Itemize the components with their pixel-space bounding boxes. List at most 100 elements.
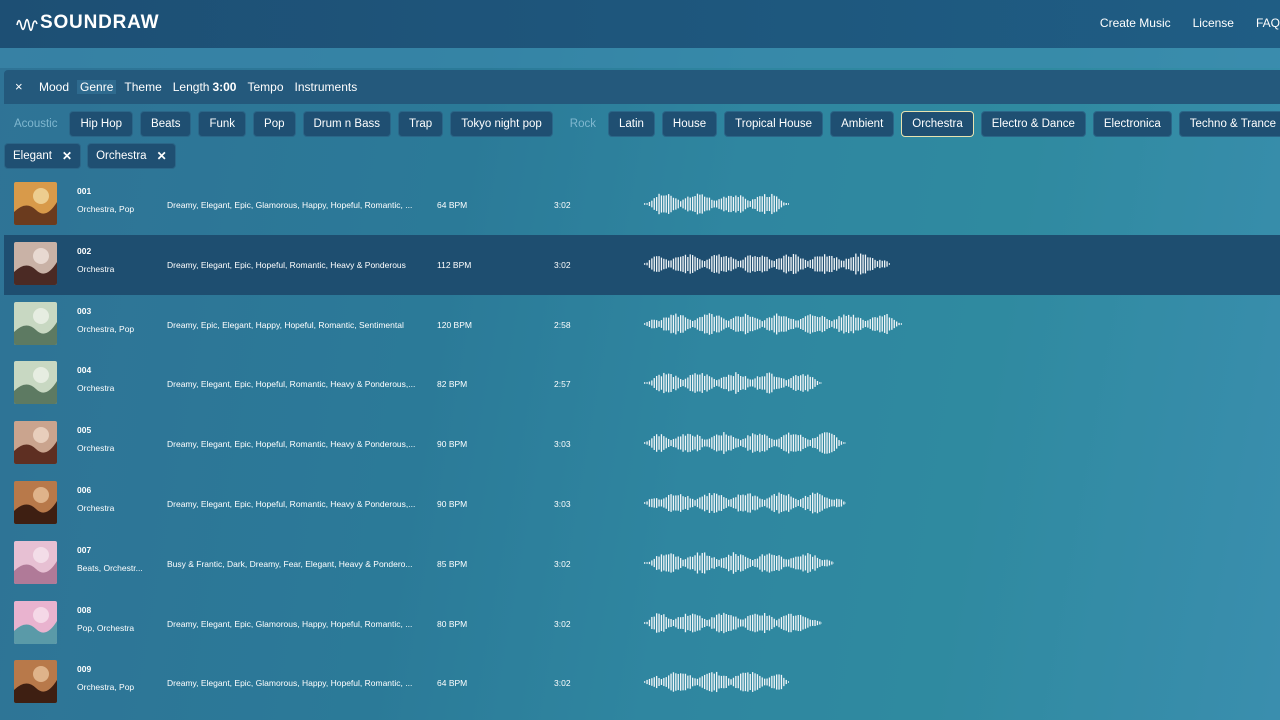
- track-genre: Pop, Orchestra: [77, 622, 135, 633]
- track-genre: Orchestra: [77, 263, 115, 274]
- track-genre: Orchestra, Pop: [77, 682, 135, 693]
- tab-tempo[interactable]: Tempo: [247, 80, 283, 94]
- track-row[interactable]: 008 Pop, Orchestra Dreamy, Elegant, Epic, …: [4, 594, 1280, 654]
- track-moods: Dreamy, Elegant, Epic, Hopeful, Romantic…: [167, 439, 416, 450]
- tab-instruments[interactable]: Instruments: [295, 80, 358, 94]
- logo-text: SOUNDRAW: [40, 12, 160, 33]
- genre-chip[interactable]: Ambient: [830, 111, 895, 137]
- genre-chip[interactable]: Pop: [253, 111, 296, 137]
- track-bpm: 64 BPM: [437, 678, 468, 689]
- nav-faq[interactable]: FAQ: [1256, 16, 1280, 30]
- waveform[interactable]: [644, 430, 847, 456]
- track-row[interactable]: 005 Orchestra Dreamy, Elegant, Epic, Hopef…: [4, 414, 1280, 474]
- track-waveform[interactable]: [644, 191, 790, 217]
- track-length: 3:02: [554, 678, 571, 689]
- track-moods: Dreamy, Epic, Elegant, Happy, Hopeful, R…: [167, 319, 404, 330]
- tab-genre[interactable]: Genre: [77, 80, 117, 94]
- track-bpm: 82 BPM: [437, 379, 468, 390]
- genre-chip[interactable]: Latin: [607, 111, 655, 137]
- selected-tag-label: Elegant: [13, 150, 53, 162]
- waveform[interactable]: [644, 550, 835, 576]
- waveform-logo-icon: [16, 18, 38, 32]
- track-waveform[interactable]: [644, 669, 790, 695]
- track-thumbnail[interactable]: [14, 421, 57, 465]
- waveform[interactable]: [644, 669, 790, 695]
- track-thumbnail[interactable]: [14, 301, 57, 345]
- track-genre: Orchestra, Pop: [77, 323, 135, 334]
- track-row[interactable]: 002 Orchestra Dreamy, Elegant, Epic, Hopef…: [4, 234, 1280, 295]
- track-list: 001 Orchestra, Pop Dreamy, Elegant, Epic, …: [4, 175, 1280, 713]
- track-waveform[interactable]: [644, 251, 891, 277]
- selected-tag-elegant[interactable]: Elegant ✕: [4, 143, 82, 169]
- track-waveform[interactable]: [644, 550, 835, 576]
- track-thumbnail[interactable]: [14, 600, 57, 644]
- track-bpm: 120 BPM: [437, 319, 472, 330]
- track-thumbnail[interactable]: [14, 540, 57, 584]
- track-genre: Orchestra: [77, 383, 115, 394]
- track-thumbnail[interactable]: [14, 361, 57, 405]
- track-row[interactable]: 004 Orchestra Dreamy, Elegant, Epic, Hopef…: [4, 354, 1280, 414]
- tab-theme[interactable]: Theme: [124, 80, 161, 94]
- track-length: 3:02: [554, 618, 571, 629]
- close-icon[interactable]: ×: [15, 79, 23, 94]
- tab-length[interactable]: Length 3:00: [173, 80, 237, 94]
- genre-chip[interactable]: Orchestra: [901, 111, 974, 137]
- waveform[interactable]: [644, 610, 823, 636]
- genre-chip[interactable]: Beats: [140, 111, 192, 137]
- waveform[interactable]: [644, 191, 790, 217]
- tab-mood[interactable]: Mood: [39, 80, 69, 94]
- waveform[interactable]: [644, 370, 823, 396]
- genre-chip[interactable]: Trap: [397, 111, 444, 137]
- genre-chip[interactable]: Techno & Trance: [1178, 111, 1280, 137]
- waveform[interactable]: [644, 311, 903, 337]
- track-moods: Dreamy, Elegant, Epic, Hopeful, Romantic…: [167, 498, 416, 509]
- selected-tags: Elegant ✕ Orchestra ✕: [4, 143, 176, 169]
- nav-create-music[interactable]: Create Music: [1100, 16, 1171, 30]
- track-thumbnail[interactable]: [14, 660, 57, 704]
- waveform[interactable]: [644, 490, 847, 516]
- track-thumbnail[interactable]: [14, 480, 57, 524]
- track-row[interactable]: 007 Beats, Orchestr... Busy & Frantic, Dar…: [4, 534, 1280, 594]
- filter-tabs: Mood Genre Theme Length 3:00 Tempo Instru…: [39, 80, 368, 94]
- track-waveform[interactable]: [644, 490, 847, 516]
- track-row[interactable]: 003 Orchestra, Pop Dreamy, Epic, Elegant, …: [4, 295, 1280, 355]
- genre-chip[interactable]: House: [661, 111, 718, 137]
- track-number: 009: [77, 664, 92, 675]
- track-row[interactable]: 009 Orchestra, Pop Dreamy, Elegant, Epic, …: [4, 653, 1280, 713]
- track-moods: Busy & Frantic, Dark, Dreamy, Fear, Eleg…: [167, 558, 413, 569]
- track-thumbnail[interactable]: [14, 241, 57, 285]
- track-length: 3:02: [554, 200, 571, 210]
- track-moods: Dreamy, Elegant, Epic, Glamorous, Happy,…: [167, 678, 413, 689]
- track-length: 3:02: [554, 558, 571, 569]
- remove-icon[interactable]: ✕: [157, 144, 167, 168]
- track-number: 001: [77, 186, 92, 196]
- filter-bar: × Mood Genre Theme Length 3:00 Tempo Inst…: [4, 70, 1280, 104]
- track-bpm: 112 BPM: [437, 259, 472, 270]
- nav-license[interactable]: License: [1193, 16, 1234, 30]
- genre-chip[interactable]: Drum n Bass: [302, 111, 391, 137]
- track-moods: Dreamy, Elegant, Epic, Glamorous, Happy,…: [167, 618, 413, 629]
- waveform[interactable]: [644, 251, 891, 277]
- track-waveform[interactable]: [644, 610, 823, 636]
- remove-icon[interactable]: ✕: [62, 144, 72, 168]
- track-number: 005: [77, 425, 92, 436]
- track-row[interactable]: 006 Orchestra Dreamy, Elegant, Epic, Hopef…: [4, 474, 1280, 534]
- track-number: 006: [77, 484, 92, 495]
- track-length: 2:58: [554, 319, 571, 330]
- genre-chip[interactable]: Electronica: [1092, 111, 1172, 137]
- track-row[interactable]: 001 Orchestra, Pop Dreamy, Elegant, Epic, …: [4, 175, 1280, 235]
- genre-chip[interactable]: Tropical House: [724, 111, 824, 137]
- track-moods: Dreamy, Elegant, Epic, Hopeful, Romantic…: [167, 379, 416, 390]
- genre-chip[interactable]: Tokyo night pop: [450, 111, 553, 137]
- track-waveform[interactable]: [644, 370, 823, 396]
- tab-length-value: 3:00: [212, 80, 237, 94]
- genre-chip[interactable]: Electro & Dance: [980, 111, 1086, 137]
- selected-tag-orchestra[interactable]: Orchestra ✕: [87, 143, 176, 169]
- genre-chip[interactable]: Funk: [198, 111, 247, 137]
- track-waveform[interactable]: [644, 311, 903, 337]
- logo[interactable]: SOUNDRAW: [16, 12, 159, 34]
- track-number: 002: [77, 245, 92, 256]
- track-waveform[interactable]: [644, 430, 847, 456]
- track-thumbnail[interactable]: [14, 182, 57, 225]
- genre-chip[interactable]: Hip Hop: [69, 111, 134, 137]
